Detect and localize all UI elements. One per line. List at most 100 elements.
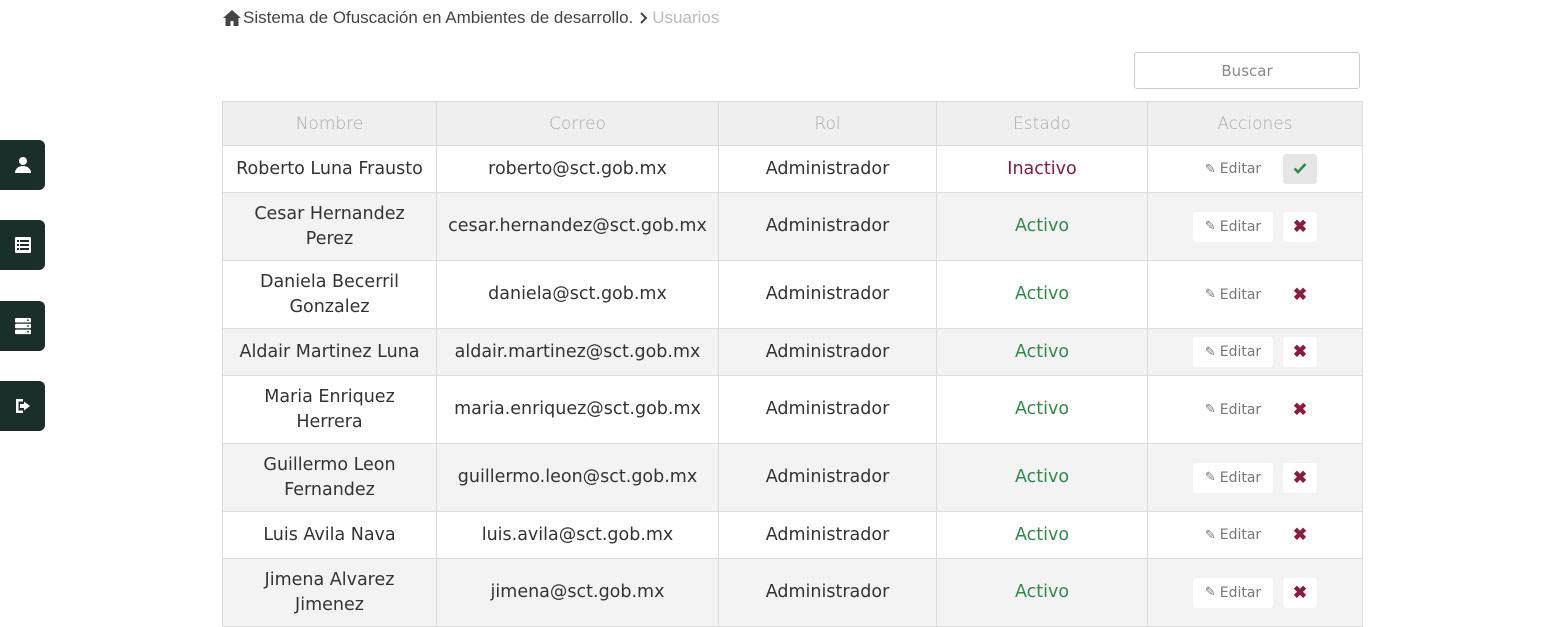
close-icon: ✖ bbox=[1292, 342, 1308, 361]
cell-role: Administrador bbox=[718, 192, 937, 261]
cell-role: Administrador bbox=[718, 145, 937, 193]
table-row: Cesar Hernandez Perez cesar.hernandez@sct… bbox=[222, 192, 1363, 261]
home-icon[interactable] bbox=[222, 8, 242, 28]
deactivate-button[interactable]: ✖ bbox=[1283, 211, 1317, 242]
cell-name: Jimena Alvarez Jimenez bbox=[222, 558, 437, 627]
sidebar-item-list[interactable] bbox=[0, 220, 45, 270]
cell-email: luis.avila@sct.gob.mx bbox=[436, 511, 719, 559]
cell-actions: ✎ Editar ✖ bbox=[1147, 511, 1363, 559]
cell-name: Guillermo Leon Fernandez bbox=[222, 443, 437, 512]
cell-role: Administrador bbox=[718, 328, 937, 376]
cell-role: Administrador bbox=[718, 375, 937, 444]
pencil-icon: ✎ bbox=[1204, 470, 1216, 485]
cell-role: Administrador bbox=[718, 511, 937, 559]
pencil-icon: ✎ bbox=[1204, 585, 1216, 600]
column-header-estado: Estado bbox=[936, 101, 1148, 146]
edit-label: Editar bbox=[1219, 218, 1262, 235]
edit-button[interactable]: ✎ Editar bbox=[1193, 395, 1273, 425]
cell-role: Administrador bbox=[718, 443, 937, 512]
edit-label: Editar bbox=[1219, 344, 1262, 360]
close-icon: ✖ bbox=[1292, 216, 1308, 236]
list-icon bbox=[14, 237, 31, 253]
column-header-acciones: Acciones bbox=[1147, 101, 1363, 146]
pencil-icon: ✎ bbox=[1204, 219, 1216, 234]
logout-icon bbox=[15, 399, 30, 413]
pencil-icon: ✎ bbox=[1204, 344, 1216, 360]
chevron-right-icon bbox=[639, 11, 651, 25]
pencil-icon: ✎ bbox=[1204, 402, 1216, 417]
activate-button[interactable] bbox=[1283, 154, 1317, 184]
pencil-icon: ✎ bbox=[1204, 287, 1216, 302]
cell-actions: ✎ Editar ✖ bbox=[1147, 558, 1363, 627]
cell-name: Roberto Luna Frausto bbox=[222, 145, 437, 193]
column-header-nombre: Nombre bbox=[222, 101, 437, 146]
cell-email: daniela@sct.gob.mx bbox=[436, 260, 719, 329]
cell-actions: ✎ Editar ✖ bbox=[1147, 328, 1363, 376]
breadcrumb-current: Usuarios bbox=[652, 8, 720, 27]
edit-button[interactable]: ✎ Editar bbox=[1193, 577, 1273, 608]
cell-status: Activo bbox=[936, 192, 1148, 261]
table-row: Aldair Martinez Luna aldair.martinez@sct.… bbox=[222, 328, 1363, 376]
pencil-icon: ✎ bbox=[1204, 527, 1216, 543]
cell-name: Aldair Martinez Luna bbox=[222, 328, 437, 376]
deactivate-button[interactable]: ✖ bbox=[1283, 577, 1317, 608]
server-icon bbox=[14, 318, 31, 335]
cell-status: Inactivo bbox=[936, 145, 1148, 193]
edit-button[interactable]: ✎ Editar bbox=[1193, 462, 1273, 493]
edit-button[interactable]: ✎ Editar bbox=[1193, 520, 1273, 550]
cell-email: guillermo.leon@sct.gob.mx bbox=[436, 443, 719, 512]
edit-label: Editar bbox=[1219, 584, 1262, 601]
close-icon: ✖ bbox=[1292, 582, 1308, 602]
edit-label: Editar bbox=[1219, 161, 1262, 177]
cell-name: Cesar Hernandez Perez bbox=[222, 192, 437, 261]
edit-button[interactable]: ✎ Editar bbox=[1193, 280, 1273, 310]
table-row: Daniela Becerril Gonzalez daniela@sct.gob… bbox=[222, 260, 1363, 329]
cell-actions: ✎ Editar ✖ bbox=[1147, 260, 1363, 329]
sidebar-item-servers[interactable] bbox=[0, 301, 45, 351]
close-icon: ✖ bbox=[1292, 399, 1308, 419]
cell-status: Activo bbox=[936, 558, 1148, 627]
cell-status: Activo bbox=[936, 328, 1148, 376]
breadcrumb-home-link[interactable]: Sistema de Ofuscación en Ambientes de de… bbox=[243, 8, 633, 28]
cell-status: Activo bbox=[936, 260, 1148, 329]
cell-status: Activo bbox=[936, 443, 1148, 512]
edit-label: Editar bbox=[1219, 401, 1262, 418]
table-row: Maria Enriquez Herrera maria.enriquez@sct… bbox=[222, 375, 1363, 444]
edit-button[interactable]: ✎ Editar bbox=[1193, 337, 1273, 367]
search-input[interactable] bbox=[1134, 52, 1360, 89]
cell-actions: ✎ Editar ✖ bbox=[1147, 375, 1363, 444]
cell-actions: ✎ Editar bbox=[1147, 145, 1363, 193]
column-header-rol: Rol bbox=[718, 101, 937, 146]
cell-email: jimena@sct.gob.mx bbox=[436, 558, 719, 627]
edit-button[interactable]: ✎ Editar bbox=[1193, 154, 1273, 184]
deactivate-button[interactable]: ✖ bbox=[1283, 280, 1317, 310]
cell-name: Daniela Becerril Gonzalez bbox=[222, 260, 437, 329]
deactivate-button[interactable]: ✖ bbox=[1283, 520, 1317, 550]
cell-status: Activo bbox=[936, 375, 1148, 444]
cell-email: maria.enriquez@sct.gob.mx bbox=[436, 375, 719, 444]
column-header-correo: Correo bbox=[436, 101, 719, 146]
cell-actions: ✎ Editar ✖ bbox=[1147, 443, 1363, 512]
table-row: Jimena Alvarez Jimenez jimena@sct.gob.mx A… bbox=[222, 558, 1363, 627]
table-row: Luis Avila Nava luis.avila@sct.gob.mx Admi… bbox=[222, 511, 1363, 559]
cell-email: roberto@sct.gob.mx bbox=[436, 145, 719, 193]
cell-status: Activo bbox=[936, 511, 1148, 559]
pencil-icon: ✎ bbox=[1204, 161, 1216, 177]
deactivate-button[interactable]: ✖ bbox=[1283, 395, 1317, 425]
close-icon: ✖ bbox=[1292, 525, 1308, 544]
breadcrumb: Sistema de Ofuscación en Ambientes de de… bbox=[222, 6, 719, 30]
cell-name: Maria Enriquez Herrera bbox=[222, 375, 437, 444]
deactivate-button[interactable]: ✖ bbox=[1283, 462, 1317, 493]
sidebar-item-logout[interactable] bbox=[0, 381, 45, 431]
user-icon bbox=[14, 157, 31, 173]
cell-name: Luis Avila Nava bbox=[222, 511, 437, 559]
cell-role: Administrador bbox=[718, 260, 937, 329]
table-header-row: Nombre Correo Rol Estado Acciones bbox=[222, 101, 1363, 146]
edit-label: Editar bbox=[1219, 527, 1262, 543]
cell-email: aldair.martinez@sct.gob.mx bbox=[436, 328, 719, 376]
sidebar-item-users[interactable] bbox=[0, 140, 45, 190]
edit-button[interactable]: ✎ Editar bbox=[1193, 211, 1273, 242]
deactivate-button[interactable]: ✖ bbox=[1283, 337, 1317, 367]
cell-email: cesar.hernandez@sct.gob.mx bbox=[436, 192, 719, 261]
edit-label: Editar bbox=[1219, 286, 1262, 303]
